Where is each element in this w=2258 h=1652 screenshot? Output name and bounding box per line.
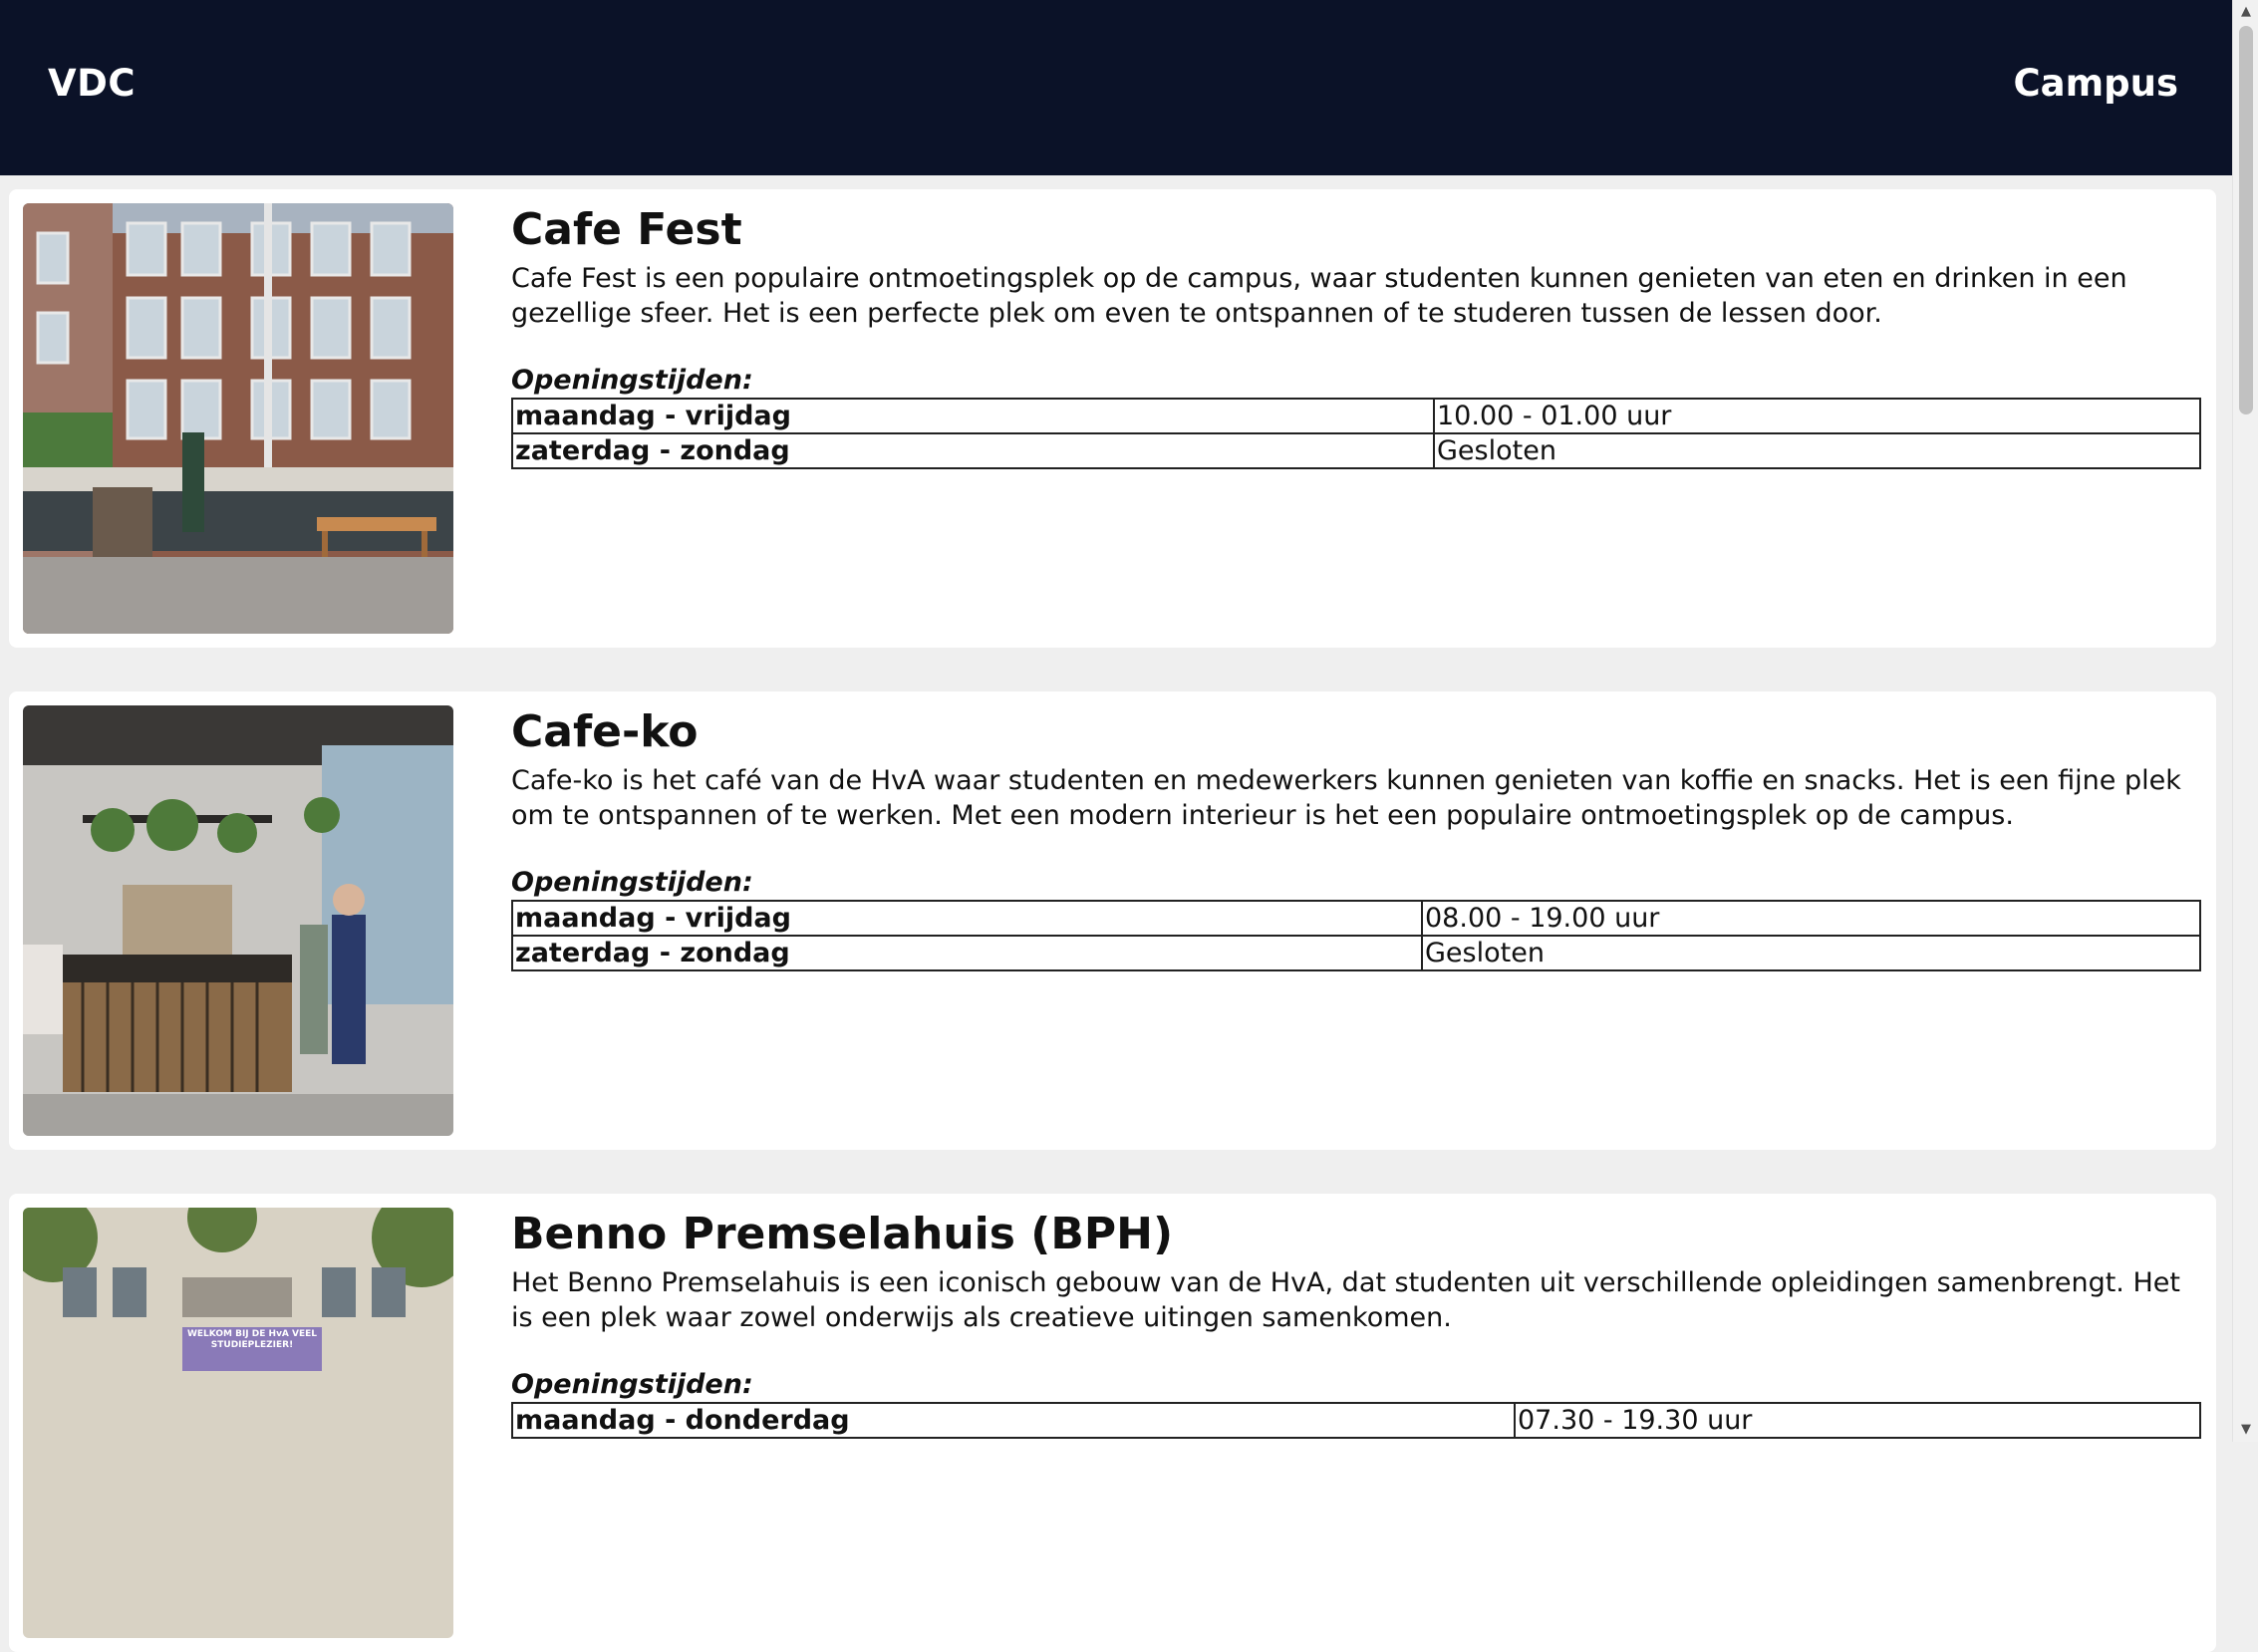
location-info-cafe-fest: Cafe Fest Cafe Fest is een populaire ont…: [511, 203, 2201, 469]
banner-text: WELKOM BIJ DE HvA VEEL STUDIEPLEZIER!: [186, 1329, 318, 1350]
hours-days-cell: maandag - vrijdag: [511, 398, 1435, 434]
top-navbar: VDC Campus: [0, 0, 2232, 175]
opening-hours-table: maandag - vrijdag 08.00 - 19.00 uur zate…: [511, 900, 2201, 971]
location-description: Het Benno Premselahuis is een iconisch g…: [511, 1267, 2180, 1333]
hours-time-cell: 08.00 - 19.00 uur: [1421, 900, 2201, 937]
table-row: maandag - vrijdag 08.00 - 19.00 uur: [511, 900, 2201, 937]
brand-logo-text[interactable]: VDC: [48, 62, 136, 105]
location-card-cafe-fest: Cafe Fest Cafe Fest is een populaire ont…: [9, 189, 2216, 648]
location-card-cafe-ko: Cafe-ko Cafe-ko is het café van de HvA w…: [9, 691, 2216, 1150]
table-row: maandag - vrijdag 10.00 - 01.00 uur: [511, 398, 2201, 434]
location-description: Cafe Fest is een populaire ontmoetingspl…: [511, 263, 2127, 329]
hours-days-cell: maandag - vrijdag: [511, 900, 1423, 937]
opening-hours-label: Openingstijden:: [511, 867, 753, 898]
opening-hours-table: maandag - donderdag 07.30 - 19.30 uur: [511, 1402, 2201, 1439]
location-description: Cafe-ko is het café van de HvA waar stud…: [511, 765, 2181, 831]
location-title: Cafe-ko: [511, 706, 699, 757]
hours-time-cell: Gesloten: [1421, 935, 2201, 971]
bph-building-photo: [23, 1208, 453, 1638]
opening-hours-label: Openingstijden:: [511, 365, 753, 396]
location-info-cafe-ko: Cafe-ko Cafe-ko is het café van de HvA w…: [511, 705, 2201, 971]
cafe-fest-building-photo: [23, 203, 453, 634]
scrollbar-thumb[interactable]: [2239, 26, 2253, 414]
location-photo-cafe-ko: [23, 705, 453, 1136]
location-photo-cafe-fest: [23, 203, 453, 634]
table-row: maandag - donderdag 07.30 - 19.30 uur: [511, 1402, 2201, 1439]
hours-time-cell: 07.30 - 19.30 uur: [1514, 1402, 2201, 1439]
opening-hours-table: maandag - vrijdag 10.00 - 01.00 uur zate…: [511, 398, 2201, 469]
location-title: Benno Premselahuis (BPH): [511, 1209, 1174, 1259]
table-row: zaterdag - zondag Gesloten: [511, 432, 2201, 469]
cafe-ko-interior-photo: [23, 705, 453, 1136]
scroll-down-arrow-icon[interactable]: ▼: [2233, 1418, 2258, 1442]
location-photo-bph: WELKOM BIJ DE HvA VEEL STUDIEPLEZIER!: [23, 1208, 453, 1638]
location-card-bph: WELKOM BIJ DE HvA VEEL STUDIEPLEZIER! Be…: [9, 1194, 2216, 1652]
nav-link-campus[interactable]: Campus: [2013, 62, 2178, 105]
location-info-bph: Benno Premselahuis (BPH) Het Benno Prems…: [511, 1208, 2201, 1439]
hours-days-cell: zaterdag - zondag: [511, 432, 1435, 469]
hours-days-cell: zaterdag - zondag: [511, 935, 1423, 971]
hours-days-cell: maandag - donderdag: [511, 1402, 1516, 1439]
hours-time-cell: 10.00 - 01.00 uur: [1433, 398, 2201, 434]
hours-time-cell: Gesloten: [1433, 432, 2201, 469]
location-title: Cafe Fest: [511, 204, 742, 255]
opening-hours-label: Openingstijden:: [511, 1369, 753, 1400]
table-row: zaterdag - zondag Gesloten: [511, 935, 2201, 971]
page-scrollbar[interactable]: ▲ ▼: [2232, 0, 2258, 1442]
scroll-up-arrow-icon[interactable]: ▲: [2233, 0, 2258, 24]
